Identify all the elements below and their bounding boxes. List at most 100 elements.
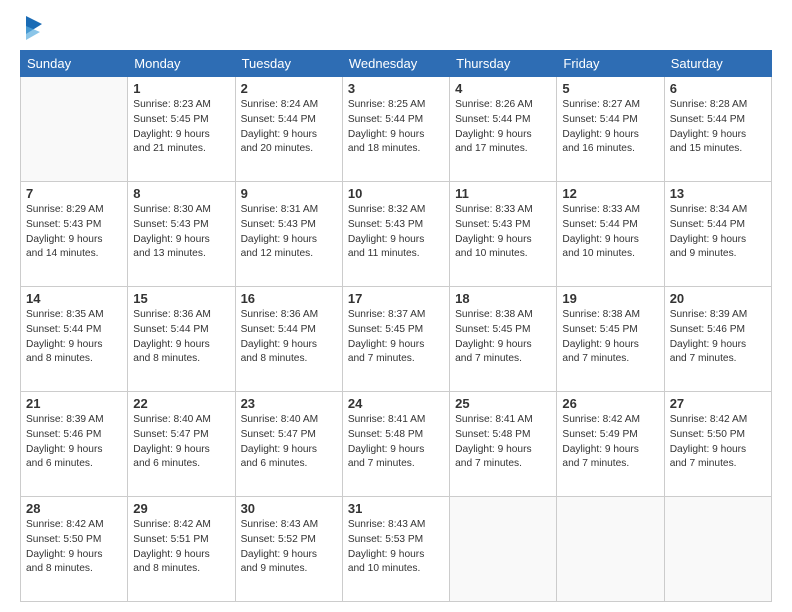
calendar-cell: [450, 497, 557, 602]
day-number: 19: [562, 291, 658, 306]
calendar-cell: 10 Sunrise: 8:32 AM Sunset: 5:43 PM Dayli…: [342, 182, 449, 287]
calendar-cell: 23 Sunrise: 8:40 AM Sunset: 5:47 PM Dayli…: [235, 392, 342, 497]
weekday-header: Friday: [557, 51, 664, 77]
day-info: Sunrise: 8:37 AM Sunset: 5:45 PM Dayligh…: [348, 308, 444, 367]
day-number: 23: [241, 396, 337, 411]
calendar-cell: [664, 497, 771, 602]
calendar-cell: 6 Sunrise: 8:28 AM Sunset: 5:44 PM Daylig…: [664, 77, 771, 182]
calendar-week-row: 14 Sunrise: 8:35 AM Sunset: 5:44 PM Dayli…: [21, 287, 772, 392]
day-number: 8: [133, 186, 229, 201]
weekday-header: Tuesday: [235, 51, 342, 77]
calendar-week-row: 1 Sunrise: 8:23 AM Sunset: 5:45 PM Daylig…: [21, 77, 772, 182]
day-info: Sunrise: 8:40 AM Sunset: 5:47 PM Dayligh…: [133, 413, 229, 472]
day-info: Sunrise: 8:39 AM Sunset: 5:46 PM Dayligh…: [670, 308, 766, 367]
calendar-cell: 7 Sunrise: 8:29 AM Sunset: 5:43 PM Daylig…: [21, 182, 128, 287]
calendar-cell: 1 Sunrise: 8:23 AM Sunset: 5:45 PM Daylig…: [128, 77, 235, 182]
calendar-cell: 22Sunrise: 8:40 AM Sunset: 5:47 PM Dayli…: [128, 392, 235, 497]
day-number: 17: [348, 291, 444, 306]
calendar-table: SundayMondayTuesdayWednesdayThursdayFrid…: [20, 50, 772, 602]
day-number: 18: [455, 291, 551, 306]
day-info: Sunrise: 8:35 AM Sunset: 5:44 PM Dayligh…: [26, 308, 122, 367]
calendar-cell: 9 Sunrise: 8:31 AM Sunset: 5:43 PM Daylig…: [235, 182, 342, 287]
calendar-cell: 25 Sunrise: 8:41 AM Sunset: 5:48 PM Dayli…: [450, 392, 557, 497]
day-info: Sunrise: 8:33 AM Sunset: 5:44 PM Dayligh…: [562, 203, 658, 262]
day-info: Sunrise: 8:42 AM Sunset: 5:49 PM Dayligh…: [562, 413, 658, 472]
day-info: Sunrise: 8:28 AM Sunset: 5:44 PM Dayligh…: [670, 98, 766, 157]
day-info: Sunrise: 8:36 AM Sunset: 5:44 PM Dayligh…: [133, 308, 229, 367]
day-info: Sunrise: 8:40 AM Sunset: 5:47 PM Dayligh…: [241, 413, 337, 472]
logo-icon: [22, 14, 44, 44]
day-info: Sunrise: 8:42 AM Sunset: 5:50 PM Dayligh…: [670, 413, 766, 472]
calendar-cell: 26 Sunrise: 8:42 AM Sunset: 5:49 PM Dayli…: [557, 392, 664, 497]
calendar-cell: 15 Sunrise: 8:36 AM Sunset: 5:44 PM Dayli…: [128, 287, 235, 392]
calendar-cell: 29 Sunrise: 8:42 AM Sunset: 5:51 PM Dayli…: [128, 497, 235, 602]
day-number: 3: [348, 81, 444, 96]
day-number: 11: [455, 186, 551, 201]
day-info: Sunrise: 8:42 AM Sunset: 5:51 PM Dayligh…: [133, 518, 229, 577]
calendar-week-row: 21Sunrise: 8:39 AM Sunset: 5:46 PM Dayli…: [21, 392, 772, 497]
weekday-header: Sunday: [21, 51, 128, 77]
logo: [20, 18, 44, 44]
day-number: 7: [26, 186, 122, 201]
calendar-cell: 16 Sunrise: 8:36 AM Sunset: 5:44 PM Dayli…: [235, 287, 342, 392]
calendar-week-row: 28Sunrise: 8:42 AM Sunset: 5:50 PM Dayli…: [21, 497, 772, 602]
calendar-cell: 24Sunrise: 8:41 AM Sunset: 5:48 PM Dayli…: [342, 392, 449, 497]
day-number: 13: [670, 186, 766, 201]
day-number: 2: [241, 81, 337, 96]
calendar-cell: 21Sunrise: 8:39 AM Sunset: 5:46 PM Dayli…: [21, 392, 128, 497]
calendar-cell: 30 Sunrise: 8:43 AM Sunset: 5:52 PM Dayli…: [235, 497, 342, 602]
weekday-header: Thursday: [450, 51, 557, 77]
calendar-cell: 19 Sunrise: 8:38 AM Sunset: 5:45 PM Dayli…: [557, 287, 664, 392]
day-info: Sunrise: 8:29 AM Sunset: 5:43 PM Dayligh…: [26, 203, 122, 262]
day-info: Sunrise: 8:34 AM Sunset: 5:44 PM Dayligh…: [670, 203, 766, 262]
day-number: 16: [241, 291, 337, 306]
day-info: Sunrise: 8:25 AM Sunset: 5:44 PM Dayligh…: [348, 98, 444, 157]
day-number: 24: [348, 396, 444, 411]
day-info: Sunrise: 8:43 AM Sunset: 5:53 PM Dayligh…: [348, 518, 444, 577]
day-info: Sunrise: 8:36 AM Sunset: 5:44 PM Dayligh…: [241, 308, 337, 367]
day-number: 26: [562, 396, 658, 411]
calendar-cell: 13 Sunrise: 8:34 AM Sunset: 5:44 PM Dayli…: [664, 182, 771, 287]
day-info: Sunrise: 8:41 AM Sunset: 5:48 PM Dayligh…: [455, 413, 551, 472]
day-info: Sunrise: 8:30 AM Sunset: 5:43 PM Dayligh…: [133, 203, 229, 262]
day-info: Sunrise: 8:33 AM Sunset: 5:43 PM Dayligh…: [455, 203, 551, 262]
day-info: Sunrise: 8:39 AM Sunset: 5:46 PM Dayligh…: [26, 413, 122, 472]
weekday-header: Wednesday: [342, 51, 449, 77]
calendar-cell: 8 Sunrise: 8:30 AM Sunset: 5:43 PM Daylig…: [128, 182, 235, 287]
day-number: 14: [26, 291, 122, 306]
calendar-cell: 4Sunrise: 8:26 AM Sunset: 5:44 PM Daylig…: [450, 77, 557, 182]
calendar-cell: 14 Sunrise: 8:35 AM Sunset: 5:44 PM Dayli…: [21, 287, 128, 392]
day-info: Sunrise: 8:31 AM Sunset: 5:43 PM Dayligh…: [241, 203, 337, 262]
calendar-cell: 17 Sunrise: 8:37 AM Sunset: 5:45 PM Dayli…: [342, 287, 449, 392]
calendar-cell: 12 Sunrise: 8:33 AM Sunset: 5:44 PM Dayli…: [557, 182, 664, 287]
calendar-cell: 20Sunrise: 8:39 AM Sunset: 5:46 PM Dayli…: [664, 287, 771, 392]
day-number: 9: [241, 186, 337, 201]
day-info: Sunrise: 8:27 AM Sunset: 5:44 PM Dayligh…: [562, 98, 658, 157]
calendar-cell: 5Sunrise: 8:27 AM Sunset: 5:44 PM Daylig…: [557, 77, 664, 182]
calendar-cell: 18 Sunrise: 8:38 AM Sunset: 5:45 PM Dayli…: [450, 287, 557, 392]
day-number: 10: [348, 186, 444, 201]
day-number: 29: [133, 501, 229, 516]
day-number: 1: [133, 81, 229, 96]
calendar-cell: 2Sunrise: 8:24 AM Sunset: 5:44 PM Daylig…: [235, 77, 342, 182]
header: [20, 18, 772, 44]
day-number: 30: [241, 501, 337, 516]
calendar-cell: 28Sunrise: 8:42 AM Sunset: 5:50 PM Dayli…: [21, 497, 128, 602]
day-number: 15: [133, 291, 229, 306]
day-number: 6: [670, 81, 766, 96]
day-info: Sunrise: 8:26 AM Sunset: 5:44 PM Dayligh…: [455, 98, 551, 157]
day-info: Sunrise: 8:32 AM Sunset: 5:43 PM Dayligh…: [348, 203, 444, 262]
day-number: 31: [348, 501, 444, 516]
day-number: 27: [670, 396, 766, 411]
day-info: Sunrise: 8:43 AM Sunset: 5:52 PM Dayligh…: [241, 518, 337, 577]
day-info: Sunrise: 8:38 AM Sunset: 5:45 PM Dayligh…: [562, 308, 658, 367]
day-info: Sunrise: 8:42 AM Sunset: 5:50 PM Dayligh…: [26, 518, 122, 577]
day-info: Sunrise: 8:23 AM Sunset: 5:45 PM Dayligh…: [133, 98, 229, 157]
calendar-cell: [557, 497, 664, 602]
day-number: 12: [562, 186, 658, 201]
calendar-cell: 11 Sunrise: 8:33 AM Sunset: 5:43 PM Dayli…: [450, 182, 557, 287]
weekday-header: Saturday: [664, 51, 771, 77]
calendar-cell: 27 Sunrise: 8:42 AM Sunset: 5:50 PM Dayli…: [664, 392, 771, 497]
day-info: Sunrise: 8:38 AM Sunset: 5:45 PM Dayligh…: [455, 308, 551, 367]
day-number: 25: [455, 396, 551, 411]
